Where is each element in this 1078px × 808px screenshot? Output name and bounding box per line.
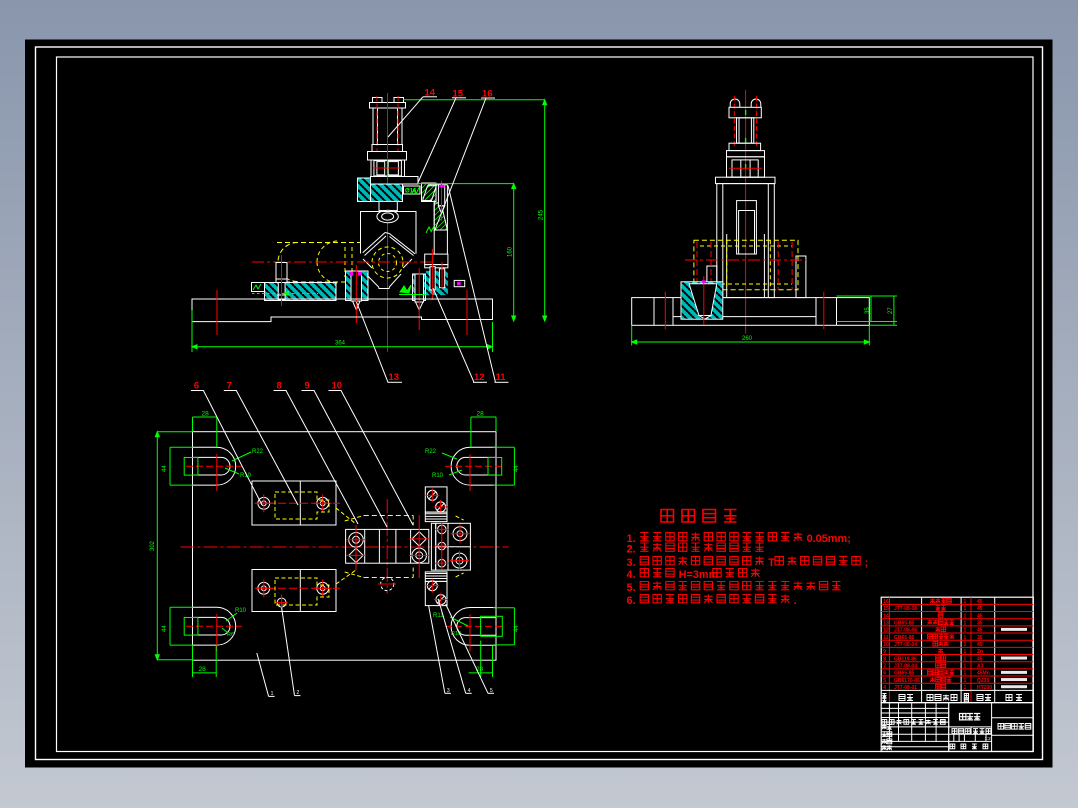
svg-text:A3: A3 xyxy=(977,664,984,670)
svg-text:7: 7 xyxy=(883,664,886,670)
svg-text:11: 11 xyxy=(496,372,507,383)
svg-text:JT7-08-06: JT7-08-06 xyxy=(894,628,917,634)
svg-text:44: 44 xyxy=(514,465,520,472)
svg-text:28: 28 xyxy=(199,666,207,673)
svg-text:45: 45 xyxy=(977,599,983,605)
svg-text:9: 9 xyxy=(305,381,310,392)
svg-text:160: 160 xyxy=(508,246,514,257)
svg-text:1: 1 xyxy=(964,664,967,670)
svg-text:45Mn: 45Mn xyxy=(977,671,990,677)
svg-text:.: . xyxy=(794,595,797,607)
svg-text:GB6170-86: GB6170-86 xyxy=(894,678,920,684)
svg-text:1: 1 xyxy=(964,671,967,677)
svg-text:15: 15 xyxy=(883,606,889,612)
svg-text:12: 12 xyxy=(883,628,889,634)
svg-text:10: 10 xyxy=(883,642,889,648)
svg-text:260: 260 xyxy=(742,336,753,342)
svg-text:2: 2 xyxy=(297,690,300,696)
svg-text:JT7-08-03: JT7-08-03 xyxy=(894,664,917,670)
svg-text:0.05mm;: 0.05mm; xyxy=(807,533,851,545)
svg-text:45: 45 xyxy=(977,642,983,648)
svg-text:44: 44 xyxy=(514,625,520,632)
svg-text:GB65-85: GB65-85 xyxy=(894,635,915,641)
svg-text:5: 5 xyxy=(883,678,886,684)
svg-text:6: 6 xyxy=(194,381,199,392)
svg-text:16: 16 xyxy=(883,599,889,605)
svg-text:45: 45 xyxy=(977,613,983,619)
svg-text:12: 12 xyxy=(474,372,485,383)
svg-text:14: 14 xyxy=(883,613,889,619)
svg-text:6.: 6. xyxy=(627,595,636,607)
svg-text:8: 8 xyxy=(883,656,886,662)
svg-text:6: 6 xyxy=(883,671,886,677)
svg-text:JT7-08-04: JT7-08-04 xyxy=(894,642,917,648)
svg-text:35: 35 xyxy=(977,620,983,626)
svg-text:1: 1 xyxy=(964,642,967,648)
svg-text:364: 364 xyxy=(335,341,346,347)
svg-text:R22: R22 xyxy=(252,449,264,455)
svg-text:10: 10 xyxy=(332,381,343,392)
svg-text:28: 28 xyxy=(477,411,485,418)
svg-text:45: 45 xyxy=(977,606,983,612)
svg-text:3: 3 xyxy=(447,688,450,694)
svg-text:45: 45 xyxy=(977,628,983,634)
svg-text:1: 1 xyxy=(964,649,967,655)
svg-text:28: 28 xyxy=(202,411,210,418)
svg-text:2.: 2. xyxy=(627,544,636,556)
svg-text:13: 13 xyxy=(389,372,400,383)
svg-text:JT7-08-08: JT7-08-08 xyxy=(894,606,917,612)
svg-text:9: 9 xyxy=(883,649,886,655)
svg-text:R10: R10 xyxy=(432,473,444,479)
svg-text:GB65-85: GB65-85 xyxy=(894,620,915,626)
svg-text:1: 1 xyxy=(964,678,967,684)
svg-text:Zn: Zn xyxy=(977,649,983,655)
svg-text:3.: 3. xyxy=(627,557,636,569)
svg-text:;: ; xyxy=(865,557,869,569)
svg-text:1: 1 xyxy=(964,606,967,612)
svg-text:13: 13 xyxy=(883,620,889,626)
svg-text:1: 1 xyxy=(964,628,967,634)
svg-text:5.: 5. xyxy=(627,582,636,594)
svg-text:1: 1 xyxy=(271,691,274,697)
svg-text:35: 35 xyxy=(865,307,871,314)
svg-text:45: 45 xyxy=(977,656,983,662)
svg-text:GB119-86: GB119-86 xyxy=(894,656,917,662)
svg-text:R22: R22 xyxy=(425,449,437,455)
svg-text:44: 44 xyxy=(162,625,168,632)
svg-text:T: T xyxy=(768,557,775,569)
svg-text:Q235: Q235 xyxy=(977,678,989,684)
svg-text:4: 4 xyxy=(468,688,471,694)
svg-text:8: 8 xyxy=(277,381,282,392)
svg-text:44: 44 xyxy=(162,465,168,472)
svg-text:245: 245 xyxy=(539,209,545,220)
svg-text:11: 11 xyxy=(883,635,889,641)
svg-text:GB65-85: GB65-85 xyxy=(894,671,915,677)
svg-text:1:2: 1:2 xyxy=(985,736,992,741)
svg-text:5: 5 xyxy=(490,688,493,694)
svg-text:1: 1 xyxy=(964,635,967,641)
svg-text:35: 35 xyxy=(977,635,983,641)
svg-text:27: 27 xyxy=(888,307,894,314)
svg-text:1: 1 xyxy=(964,656,967,662)
svg-text:1: 1 xyxy=(964,620,967,626)
svg-text:302: 302 xyxy=(150,540,156,551)
svg-text:7: 7 xyxy=(227,381,232,392)
svg-text:1: 1 xyxy=(964,599,967,605)
svg-text:1: 1 xyxy=(964,613,967,619)
svg-text:4.: 4. xyxy=(627,569,636,581)
